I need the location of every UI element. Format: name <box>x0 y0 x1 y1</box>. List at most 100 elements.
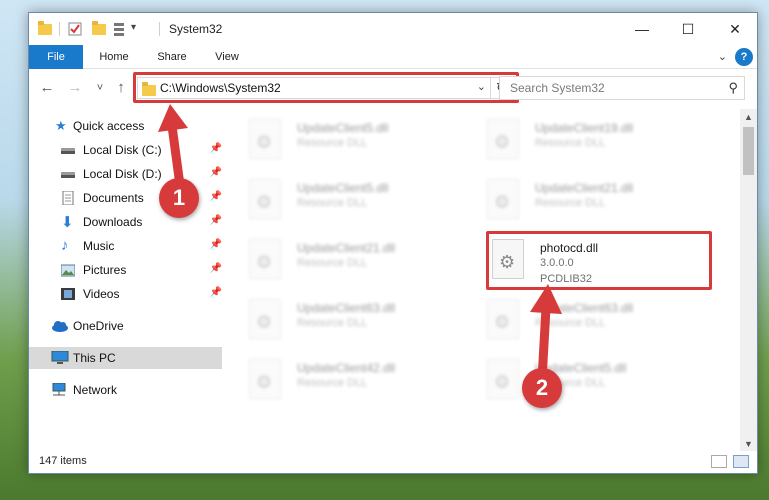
address-bar[interactable]: C:\Windows\System32 ⌄ <box>137 77 491 99</box>
sidebar-item-label: Quick access <box>73 119 145 133</box>
list-item[interactable]: ⚙ UpdateClient21.dll Resource DLL <box>249 235 479 293</box>
file-name: UpdateClient21.dll <box>535 181 634 195</box>
drive-icon <box>61 143 75 157</box>
dll-file-icon: ⚙ <box>487 359 519 399</box>
star-icon: ★ <box>55 118 67 133</box>
view-options-icon[interactable] <box>113 21 129 37</box>
dll-file-icon: ⚙ <box>492 239 524 279</box>
divider <box>59 22 60 36</box>
pictures-icon <box>60 263 76 277</box>
pin-icon[interactable]: 📌 <box>210 239 222 250</box>
vertical-scrollbar[interactable]: ▲ ▼ <box>740 109 757 453</box>
videos-icon <box>61 287 75 301</box>
chevron-down-icon[interactable]: ⌄ <box>477 80 486 93</box>
step-2-badge: 2 <box>522 368 562 408</box>
ribbon-tabs: File Home Share View ⌄ ? <box>29 45 757 69</box>
details-view-icon[interactable] <box>711 455 727 468</box>
list-item[interactable]: ⚙ UpdateClient5.dll Resource DLL <box>249 175 479 233</box>
sidebar-item-label: Downloads <box>83 215 143 229</box>
list-item[interactable]: ⚙ UpdateClient42.dll Resource DLL <box>249 355 479 413</box>
file-description: Resource DLL <box>535 137 606 149</box>
pin-icon[interactable]: 📌 <box>210 143 222 154</box>
list-item[interactable]: ⚙ UpdateClient5.dll Resource DLL <box>249 115 479 173</box>
folder-icon <box>37 21 53 37</box>
pin-icon[interactable]: 📌 <box>210 287 222 298</box>
address-path: C:\Windows\System32 <box>160 81 281 95</box>
sidebar-item-label: This PC <box>73 351 116 365</box>
dll-file-icon: ⚙ <box>249 359 281 399</box>
sidebar-item-music[interactable]: ♪ Music 📌 <box>29 235 222 257</box>
dll-file-icon: ⚙ <box>249 239 281 279</box>
list-item[interactable]: ⚙ UpdateClient63.dll Resource DLL <box>249 295 479 353</box>
large-icons-view-icon[interactable] <box>733 455 749 468</box>
window-title: System32 <box>169 22 223 36</box>
sidebar-item-pictures[interactable]: Pictures 📌 <box>29 259 222 281</box>
search-input[interactable]: Search System32 ⚲ <box>499 76 745 100</box>
help-icon[interactable]: ? <box>735 48 753 66</box>
sidebar-item-label: Videos <box>83 287 120 301</box>
file-description: Resource DLL <box>297 377 368 389</box>
network-icon <box>51 382 66 397</box>
file-description: Resource DLL <box>297 137 368 149</box>
sidebar-item-local-disk-c[interactable]: Local Disk (C:) 📌 <box>29 139 222 161</box>
navigation-bar: ← → ˅ ↑ C:\Windows\System32 ⌄ ↻ Search S… <box>29 69 757 107</box>
tab-home[interactable]: Home <box>91 45 137 69</box>
sidebar-item-videos[interactable]: Videos 📌 <box>29 283 222 305</box>
sidebar-item-downloads[interactable]: ⬇ Downloads 📌 <box>29 211 222 233</box>
search-icon: ⚲ <box>728 80 738 95</box>
recent-locations-icon[interactable]: ˅ <box>93 77 107 99</box>
list-item[interactable]: ⚙ UpdateClient63.dll Resource DLL <box>487 295 717 353</box>
sidebar-item-onedrive[interactable]: OneDrive <box>29 315 222 337</box>
back-arrow-icon[interactable]: ← <box>37 77 57 99</box>
drive-icon <box>61 167 75 181</box>
file-name: UpdateClient42.dll <box>297 361 396 375</box>
dll-file-icon: ⚙ <box>487 299 519 339</box>
properties-icon[interactable] <box>67 21 83 37</box>
computer-icon <box>51 350 69 365</box>
list-item[interactable]: ⚙ UpdateClient19.dll Resource DLL <box>487 115 717 173</box>
cloud-icon <box>51 319 68 333</box>
scroll-thumb[interactable] <box>743 127 754 175</box>
sidebar-item-local-disk-d[interactable]: Local Disk (D:) 📌 <box>29 163 222 185</box>
file-version: 3.0.0.0 <box>540 257 574 269</box>
sidebar-item-network[interactable]: Network <box>29 379 222 401</box>
dll-file-icon: ⚙ <box>249 299 281 339</box>
file-description: Resource DLL <box>297 257 368 269</box>
sidebar-item-quick-access[interactable]: ★ Quick access <box>29 115 222 137</box>
file-name: photocd.dll <box>540 241 599 255</box>
file-name: UpdateClient63.dll <box>297 301 396 315</box>
scroll-up-icon[interactable]: ▲ <box>740 109 757 126</box>
folder-icon <box>142 82 156 96</box>
close-button[interactable]: ✕ <box>712 13 757 45</box>
minimize-button[interactable]: — <box>619 13 665 45</box>
maximize-button[interactable]: ☐ <box>665 13 711 45</box>
sidebar-item-label: Pictures <box>83 263 127 277</box>
expand-ribbon-icon[interactable]: ⌄ <box>718 45 727 69</box>
divider <box>159 22 160 36</box>
up-arrow-icon[interactable]: ↑ <box>111 77 131 99</box>
photocd-dll-item[interactable]: ⚙ photocd.dll 3.0.0.0 PCDLIB32 <box>492 235 722 293</box>
navigation-pane: ★ Quick access Local Disk (C:) 📌 Local D… <box>29 113 222 453</box>
sidebar-item-label: Music <box>83 239 115 253</box>
pin-icon[interactable]: 📌 <box>210 167 222 178</box>
tab-file[interactable]: File <box>29 45 83 69</box>
step-1-badge: 1 <box>159 178 199 218</box>
new-folder-icon[interactable] <box>91 21 107 37</box>
forward-arrow-icon[interactable]: → <box>65 77 85 99</box>
dll-file-icon: ⚙ <box>487 119 519 159</box>
file-description: Resource DLL <box>535 197 606 209</box>
pin-icon[interactable]: 📌 <box>210 191 222 202</box>
tab-share[interactable]: Share <box>149 45 195 69</box>
pin-icon[interactable]: 📌 <box>210 215 222 226</box>
sidebar-item-label: Local Disk (D:) <box>83 167 162 181</box>
sidebar-item-this-pc[interactable]: This PC <box>29 347 222 369</box>
list-item[interactable]: ⚙ UpdateClient21.dll Resource DLL <box>487 175 717 233</box>
dll-file-icon: ⚙ <box>249 179 281 219</box>
customize-toolbar-icon[interactable]: ▾ <box>131 22 147 38</box>
pin-icon[interactable]: 📌 <box>210 263 222 274</box>
music-icon: ♪ <box>61 237 69 254</box>
file-name: UpdateClient21.dll <box>297 241 396 255</box>
file-list: ⚙ UpdateClient5.dll Resource DLL ⚙ Updat… <box>229 109 739 453</box>
tab-view[interactable]: View <box>205 45 249 69</box>
sidebar-item-label: Network <box>73 383 118 397</box>
